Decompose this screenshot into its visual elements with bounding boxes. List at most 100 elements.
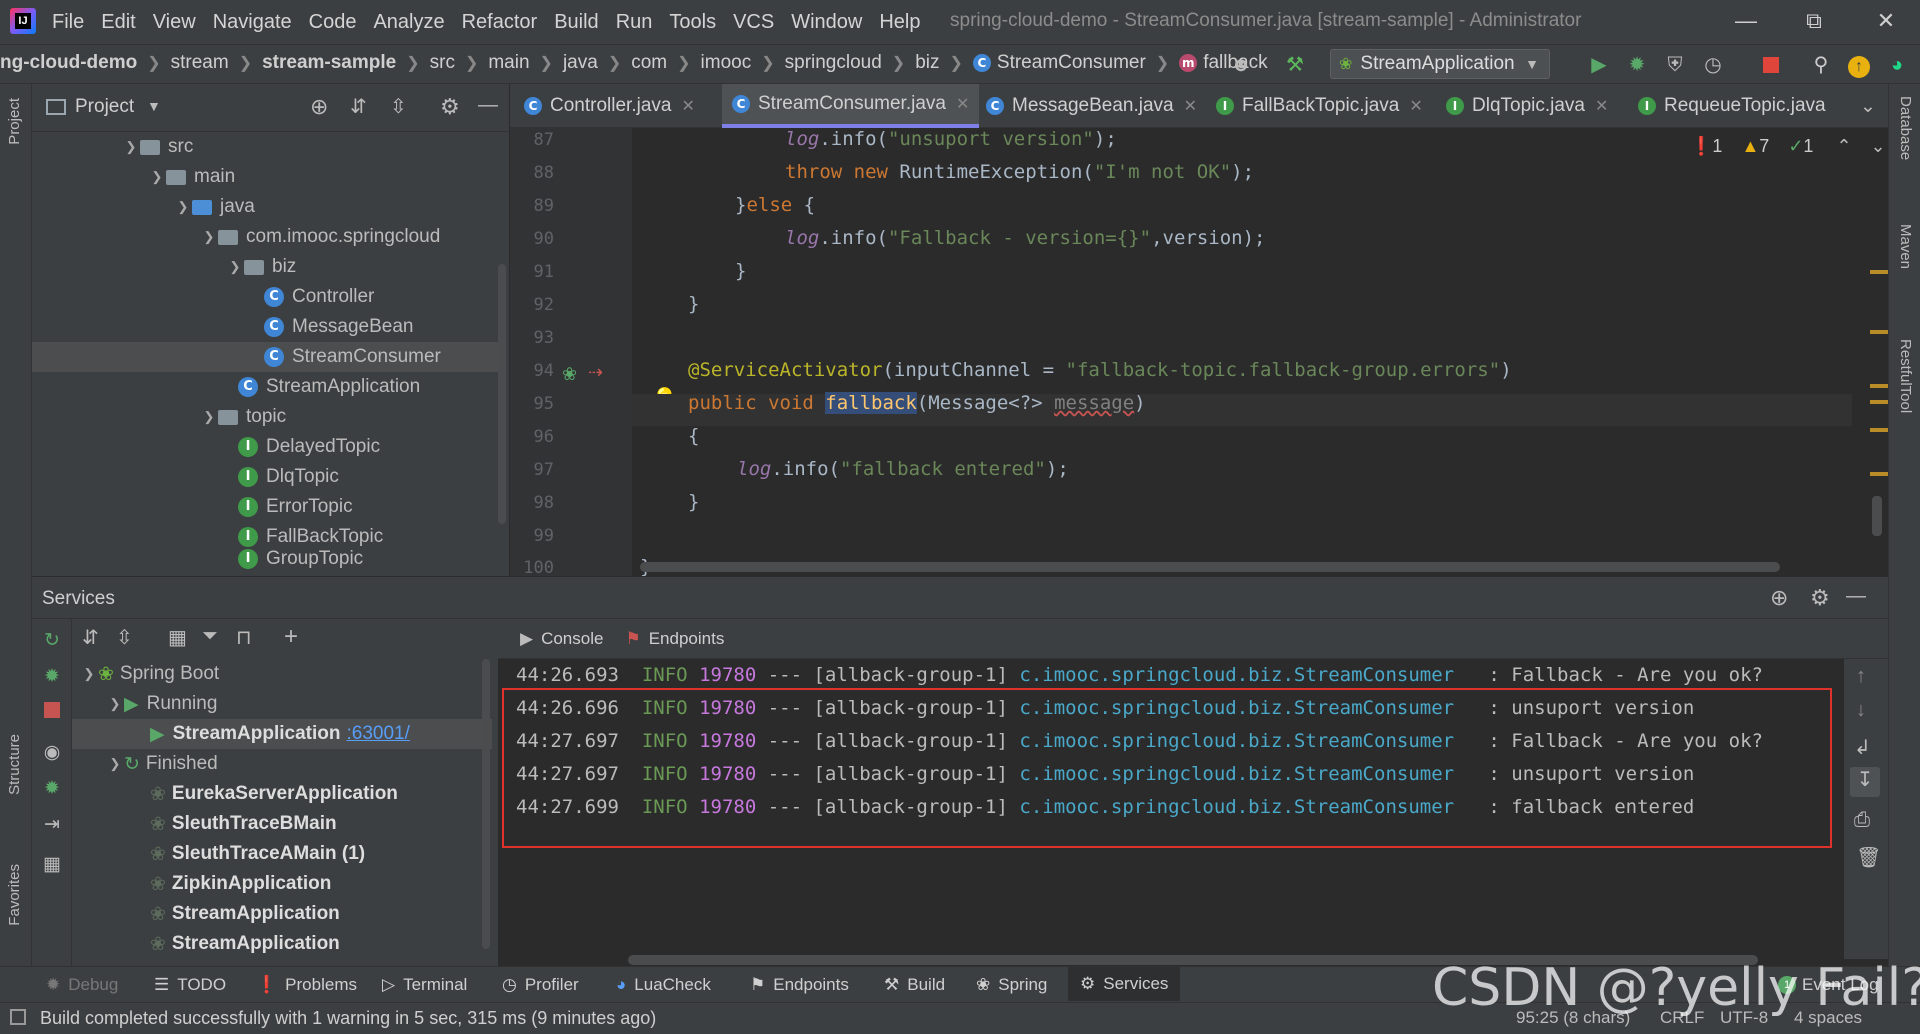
maven-tool-button[interactable]: Maven [1897, 224, 1914, 269]
close-icon[interactable]: ✕ [1184, 96, 1197, 116]
tree-item-errortopic[interactable]: I ErrorTopic [238, 492, 353, 522]
breadcrumb-imooc[interactable]: imooc [701, 52, 752, 74]
tree-item-package[interactable]: ❯ com.imooc.springcloud [200, 222, 441, 252]
tree-item-messagebean[interactable]: C MessageBean [264, 312, 413, 342]
trash-icon[interactable]: 🗑 [1856, 845, 1881, 870]
coverage-icon[interactable]: ⛨ [1660, 50, 1690, 80]
tab-controller[interactable]: C Controller.java ✕ [524, 84, 695, 128]
menu-vcs[interactable]: VCS [733, 11, 774, 34]
tree-spring-boot[interactable]: ❯ ❀ Spring Boot [80, 659, 220, 689]
profile-icon[interactable]: ◷ [1698, 50, 1728, 80]
plugin-logo-icon[interactable]: ◕ [1882, 50, 1912, 80]
run-icon[interactable]: ▶ [1584, 50, 1614, 80]
minimize-button[interactable]: — [1726, 6, 1766, 36]
tool-todo[interactable]: ☰ TODO [154, 975, 226, 995]
arrow-up-icon[interactable]: ↑ [1856, 665, 1866, 688]
add-icon[interactable]: + [284, 623, 298, 651]
run-config-selector[interactable]: ❀ StreamApplication ▼ [1330, 49, 1550, 79]
tool-profiler[interactable]: ◷ Profiler [502, 975, 579, 995]
collapse-all-icon[interactable]: ⇳ [390, 94, 407, 119]
favorites-tool-button[interactable]: Favorites [6, 864, 23, 926]
rerun-icon[interactable]: ↻ [38, 627, 66, 655]
tree-finished-app[interactable]: ❀ StreamApplication [150, 929, 340, 959]
close-icon[interactable]: ✕ [1409, 96, 1422, 116]
tool-debug[interactable]: ✹ Debug [46, 975, 118, 995]
breadcrumb-stream[interactable]: stream [171, 52, 229, 74]
project-view-selector[interactable]: Project [75, 96, 134, 118]
tree-item-java[interactable]: ❯ java [174, 192, 255, 222]
gear-icon[interactable]: ⚙ [440, 94, 460, 120]
tree-item-grouptopic[interactable]: I GroupTopic [238, 546, 363, 572]
warning-stripe-mark[interactable] [1870, 384, 1888, 388]
menu-edit[interactable]: Edit [101, 11, 135, 34]
locate-icon[interactable]: ⊕ [1770, 585, 1788, 611]
tree-item-streamapplication[interactable]: C StreamApplication [238, 372, 420, 402]
tool-endpoints[interactable]: ⚑ Endpoints [750, 975, 849, 995]
integration-gutter-icon[interactable]: ⇢ [588, 362, 603, 383]
close-window-button[interactable]: ✕ [1866, 6, 1906, 36]
tree-item-biz[interactable]: ❯ biz [226, 252, 297, 282]
project-scrollbar[interactable] [498, 264, 506, 524]
menu-view[interactable]: View [153, 11, 196, 34]
restful-tool-button[interactable]: RestfulTool [1897, 339, 1914, 413]
tool-build[interactable]: ⚒ Build [884, 975, 945, 995]
tab-endpoints[interactable]: ⚑ Endpoints [625, 629, 724, 649]
tree-finished-app[interactable]: ❀ SleuthTraceBMain [150, 809, 337, 839]
warning-stripe-mark[interactable] [1870, 270, 1888, 274]
tool-luacheck[interactable]: ◕ LuaCheck [616, 975, 711, 995]
breadcrumb-project[interactable]: ng-cloud-demo [0, 52, 137, 74]
close-icon[interactable]: ✕ [956, 94, 969, 114]
tree-finished-app[interactable]: ❀ StreamApplication [150, 899, 340, 929]
warning-stripe-mark[interactable] [1870, 428, 1888, 432]
expand-all-icon[interactable]: ⇵ [350, 94, 367, 119]
debug-attach-icon[interactable]: ✹ [38, 775, 66, 803]
debug-icon[interactable]: ✹ [38, 663, 66, 691]
tab-fallbacktopic[interactable]: I FallBackTopic.java ✕ [1216, 84, 1423, 128]
tree-finished-app[interactable]: ❀ EurekaServerApplication [150, 779, 398, 809]
editor-horizontal-scrollbar[interactable] [640, 562, 1780, 572]
port-link[interactable]: :63001/ [347, 723, 410, 745]
print-icon[interactable]: ⎙ [1854, 809, 1870, 832]
breadcrumb-module[interactable]: stream-sample [262, 52, 396, 74]
breadcrumb-biz[interactable]: biz [915, 52, 939, 74]
breadcrumb-main[interactable]: main [488, 52, 529, 74]
tree-item-delayedtopic[interactable]: I DelayedTopic [238, 432, 380, 462]
tab-messagebean[interactable]: C MessageBean.java ✕ [986, 84, 1197, 128]
layout-icon[interactable]: ▦ [38, 851, 66, 879]
menu-build[interactable]: Build [554, 11, 598, 34]
exit-icon[interactable]: ⇥ [38, 811, 66, 839]
tree-item-src[interactable]: ❯ src [122, 132, 194, 162]
breadcrumb-java[interactable]: java [563, 52, 598, 74]
user-icon[interactable]: ☻▾ [1226, 50, 1256, 106]
menu-navigate[interactable]: Navigate [213, 11, 292, 34]
chevron-up-icon[interactable]: ⌃ [1836, 136, 1851, 156]
tree-running[interactable]: ❯ ▶ Running [106, 689, 218, 719]
collapse-all-icon[interactable]: ⇳ [116, 625, 133, 650]
tree-item-main[interactable]: ❯ main [148, 162, 236, 192]
stop-icon[interactable] [38, 699, 66, 727]
tree-item-controller[interactable]: C Controller [264, 282, 374, 312]
menu-code[interactable]: Code [309, 11, 357, 34]
menu-file[interactable]: File [52, 11, 84, 34]
tree-item-topic[interactable]: ❯ topic [200, 402, 287, 432]
code-editor[interactable] [510, 84, 1888, 576]
tree-running-streamapplication[interactable]: ▶ StreamApplication:63001/ [150, 719, 410, 749]
tree-finished-app[interactable]: ❀ SleuthTraceAMain (1) [150, 839, 365, 869]
tool-terminal[interactable]: ▷ Terminal [382, 975, 467, 995]
tree-item-dlqtopic[interactable]: I DlqTopic [238, 462, 339, 492]
spring-bean-gutter-icon[interactable]: ❀ [562, 364, 577, 385]
warning-stripe-mark[interactable] [1870, 400, 1888, 404]
database-tool-button[interactable]: Database [1897, 96, 1914, 160]
tab-console[interactable]: ▶ Console [520, 629, 603, 649]
breadcrumb-springcloud[interactable]: springcloud [785, 52, 882, 74]
stop-icon[interactable] [1756, 50, 1786, 80]
tool-spring[interactable]: ❀ Spring [976, 975, 1047, 995]
hide-panel-icon[interactable]: — [478, 94, 498, 117]
filter-icon[interactable]: ⏷ [202, 625, 218, 648]
services-tree-scrollbar[interactable] [482, 659, 490, 949]
tab-requeuetopic[interactable]: I RequeueTopic.java [1638, 84, 1826, 128]
update-icon[interactable]: ↑ [1844, 50, 1874, 80]
tool-services[interactable]: ⚙ Services [1068, 967, 1181, 1001]
tool-problems[interactable]: ❗ Problems [256, 975, 357, 995]
build-hammer-icon[interactable]: ⚒ [1280, 50, 1310, 80]
